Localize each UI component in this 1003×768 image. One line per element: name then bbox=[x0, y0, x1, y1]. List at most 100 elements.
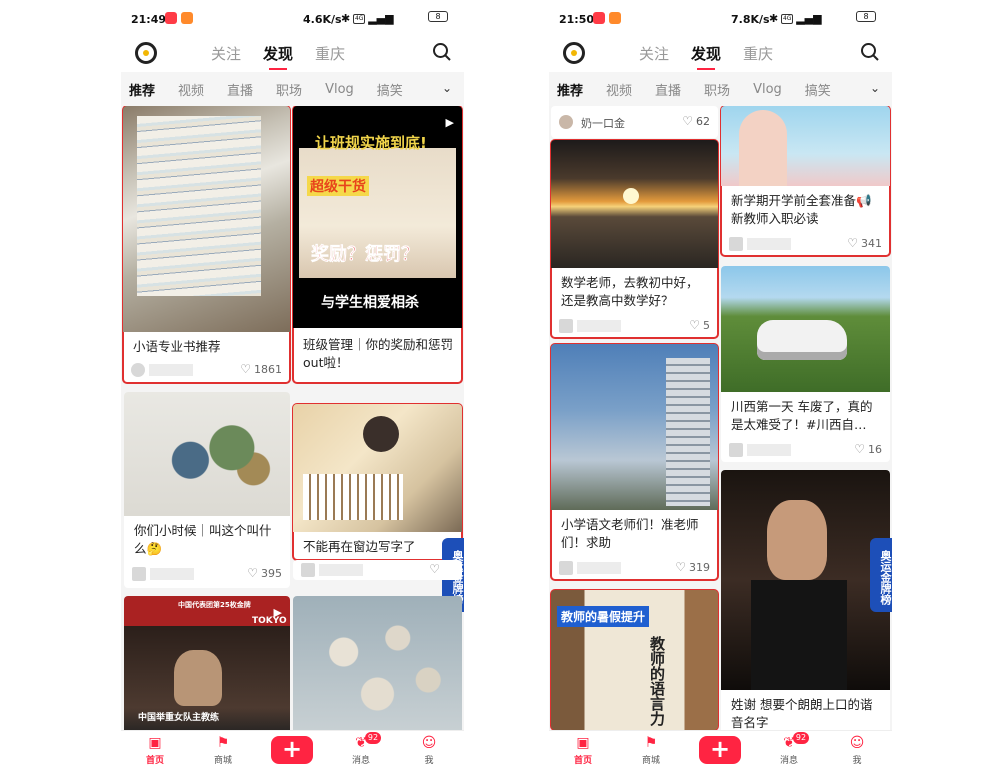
note-card[interactable]: 教师的暑假提升 教师的语言力 bbox=[550, 589, 719, 730]
category-live[interactable]: 直播 bbox=[227, 80, 253, 99]
note-card[interactable]: 姓谢 想要个朗朗上口的谐音名字 bbox=[721, 470, 890, 730]
mall-icon: ⚑ bbox=[216, 735, 230, 751]
tab-city[interactable]: 重庆 bbox=[743, 43, 773, 64]
feed: 奶一口金 ♡ 62 数学老师，去教初中好，还是教高中数学好？ ♡ 5 小学语文老师们… bbox=[549, 106, 892, 730]
like-count[interactable]: ♡ 1861 bbox=[240, 362, 282, 376]
tab-follow[interactable]: 关注 bbox=[211, 43, 241, 64]
app-logo-icon[interactable] bbox=[563, 42, 585, 64]
chevron-down-icon[interactable]: ⌄ bbox=[442, 81, 452, 95]
card-title: 你们小时候｜叫这个叫什么🤔 bbox=[134, 523, 272, 556]
nav-label: 我 bbox=[852, 756, 862, 766]
nav-mall[interactable]: ⚑ 商城 bbox=[631, 734, 671, 766]
tab-follow[interactable]: 关注 bbox=[639, 43, 669, 64]
like-count[interactable]: ♡259 bbox=[419, 382, 454, 383]
username-blur bbox=[319, 564, 363, 576]
status-bar: 21:49 4.6K/s ✱ 4G ▂▄▆ 8 bbox=[121, 0, 464, 38]
card-meta: ♡ bbox=[301, 562, 454, 578]
video-play-icon: ▶ bbox=[445, 116, 454, 129]
like-count[interactable]: ♡ 341 bbox=[847, 236, 882, 250]
create-post-button[interactable]: + bbox=[699, 736, 741, 764]
nav-mall[interactable]: ⚑ 商城 bbox=[203, 734, 243, 766]
like-count[interactable]: ♡ bbox=[429, 562, 440, 576]
like-count[interactable]: ♡ 16 bbox=[854, 442, 882, 456]
nav-label: 商城 bbox=[213, 756, 232, 766]
username-blur bbox=[747, 238, 791, 250]
heart-icon: ♡ bbox=[419, 382, 430, 383]
like-count[interactable]: ♡ 319 bbox=[675, 560, 710, 574]
note-card[interactable]: 数学老师，去教初中好，还是教高中数学好？ ♡ 5 bbox=[550, 139, 719, 339]
note-card[interactable]: ▶ 中国代表团第25枚金牌 TOKYO 中国举重女队主教练 bbox=[124, 596, 290, 730]
category-workplace[interactable]: 职场 bbox=[276, 80, 302, 99]
tab-city[interactable]: 重庆 bbox=[315, 43, 345, 64]
search-icon[interactable] bbox=[860, 42, 880, 64]
nav-home[interactable]: ▣ 首页 bbox=[135, 734, 175, 766]
note-card[interactable]: 奶一口金 ♡ 62 bbox=[551, 106, 718, 138]
like-count[interactable]: ♡ 395 bbox=[247, 566, 282, 580]
note-card[interactable]: 不能再在窗边写字了 bbox=[292, 403, 463, 561]
note-card[interactable]: ▶ 让班规实施到底! 超级干货 奖励？惩罚？ 与学生相爱相杀 班级管理｜你的奖励… bbox=[292, 106, 463, 384]
app-notification-icon bbox=[609, 12, 621, 24]
nav-me[interactable]: ☺ 我 bbox=[837, 734, 877, 766]
like-number: 62 bbox=[696, 114, 710, 128]
card-image bbox=[293, 404, 462, 532]
category-vlog[interactable]: Vlog bbox=[753, 82, 782, 97]
card-title: 川西第一天 车废了，真的是太难受了！#川西自… bbox=[731, 399, 873, 432]
card-image bbox=[721, 470, 890, 690]
note-card[interactable] bbox=[293, 596, 462, 730]
category-funny[interactable]: 搞笑 bbox=[805, 80, 831, 99]
nav-label: 商城 bbox=[641, 756, 660, 766]
card-image: ▶ 让班规实施到底! 超级干货 奖励？惩罚？ 与学生相爱相杀 bbox=[293, 106, 462, 328]
nav-home[interactable]: ▣ 首页 bbox=[563, 734, 603, 766]
note-card[interactable]: 川西第一天 车废了，真的是太难受了！#川西自… ♡ 16 bbox=[721, 266, 890, 462]
bottom-nav: ▣ 首页 ⚑ 商城 + ❦ 消息 92 ☺ 我 bbox=[121, 730, 464, 768]
overlay-text: 与学生相爱相杀 bbox=[321, 295, 419, 311]
olympic-medal-badge[interactable]: 奥运金牌榜 bbox=[870, 538, 892, 612]
tab-discover[interactable]: 发现 bbox=[263, 43, 293, 70]
app-notification-icon bbox=[165, 12, 177, 24]
heart-icon: ♡ bbox=[240, 362, 251, 376]
category-live[interactable]: 直播 bbox=[655, 80, 681, 99]
search-icon[interactable] bbox=[432, 42, 452, 64]
tab-discover[interactable]: 发现 bbox=[691, 43, 721, 70]
category-recommend[interactable]: 推荐 bbox=[557, 80, 583, 99]
avatar bbox=[559, 561, 573, 575]
nav-messages[interactable]: ❦ 消息 92 bbox=[341, 732, 381, 766]
like-count[interactable]: ♡ 62 bbox=[682, 114, 710, 128]
car bbox=[757, 320, 847, 360]
network-type-icon: 4G bbox=[353, 13, 366, 24]
note-card[interactable]: 新学期开学前全套准备📢新教师入职必读 ♡ 341 bbox=[720, 106, 891, 257]
like-number: 16 bbox=[868, 442, 882, 456]
note-card[interactable]: 小语专业书推荐 ♡ 1861 bbox=[122, 106, 291, 384]
category-bar: 推荐 视频 直播 职场 Vlog 搞笑 ⌄ bbox=[121, 72, 464, 106]
signal-icons: ✱ 4G ▂▄▆ bbox=[341, 12, 394, 25]
overlay-text: 中国举重女队主教练 bbox=[138, 713, 220, 723]
like-count[interactable]: ♡ 5 bbox=[689, 318, 710, 332]
category-recommend[interactable]: 推荐 bbox=[129, 80, 155, 99]
home-icon: ▣ bbox=[576, 735, 590, 751]
chevron-down-icon[interactable]: ⌄ bbox=[870, 81, 880, 95]
category-video[interactable]: 视频 bbox=[178, 80, 204, 99]
message-count-badge: 92 bbox=[793, 732, 809, 744]
category-vlog[interactable]: Vlog bbox=[325, 82, 354, 97]
heart-icon: ♡ bbox=[854, 442, 865, 456]
card-title: 不能再在窗边写字了 bbox=[303, 539, 416, 554]
battery-icon: 8 bbox=[856, 11, 876, 22]
nav-messages[interactable]: ❦ 消息 92 bbox=[769, 732, 809, 766]
message-count-badge: 92 bbox=[365, 732, 381, 744]
note-card[interactable]: 你们小时候｜叫这个叫什么🤔 ♡ 395 bbox=[124, 392, 290, 588]
phone-screen-right: 21:50 7.8K/s ✱ 4G ▂▄▆ 8 关注 发现 重庆 推荐 视频 直… bbox=[549, 0, 892, 768]
app-notification-icon bbox=[593, 12, 605, 24]
card-image bbox=[721, 106, 890, 186]
battery-icon: 8 bbox=[428, 11, 448, 22]
nav-label: 消息 bbox=[351, 756, 370, 766]
username-blur bbox=[150, 568, 194, 580]
avatar bbox=[301, 563, 315, 577]
note-card[interactable]: 小学语文老师们！准老师们！求助 ♡ 319 bbox=[550, 343, 719, 581]
nav-me[interactable]: ☺ 我 bbox=[409, 734, 449, 766]
category-video[interactable]: 视频 bbox=[606, 80, 632, 99]
app-logo-icon[interactable] bbox=[135, 42, 157, 64]
create-post-button[interactable]: + bbox=[271, 736, 313, 764]
category-workplace[interactable]: 职场 bbox=[704, 80, 730, 99]
nav-label: 我 bbox=[424, 756, 434, 766]
category-funny[interactable]: 搞笑 bbox=[377, 80, 403, 99]
